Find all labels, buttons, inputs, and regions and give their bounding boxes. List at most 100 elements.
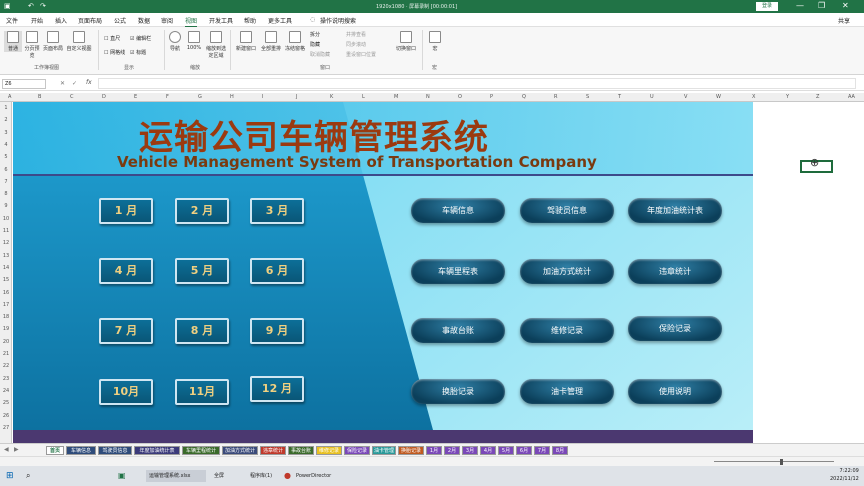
page-layout-view-button[interactable]: 页面布局 [42, 31, 64, 52]
normal-view-button[interactable]: 普通 [4, 31, 22, 52]
sheet-tab[interactable]: 驾驶员信息 [98, 446, 132, 455]
column-header[interactable]: W [716, 94, 721, 100]
sheet-tab[interactable]: 油卡管理 [372, 446, 396, 455]
row-header[interactable]: 18 [0, 314, 12, 320]
menu-help[interactable]: 帮助 [244, 16, 256, 25]
column-header[interactable]: D [102, 94, 106, 100]
column-header[interactable]: U [650, 94, 654, 100]
restore-icon[interactable]: ❐ [818, 1, 825, 10]
month-button-5[interactable]: 5 月 [175, 258, 229, 284]
minimize-icon[interactable]: — [796, 1, 804, 10]
row-header[interactable]: 20 [0, 339, 12, 345]
undo-icon[interactable]: ↶ [28, 2, 34, 10]
column-header[interactable]: I [262, 94, 263, 100]
empty-grid[interactable] [753, 102, 864, 443]
menu-file[interactable]: 文件 [6, 16, 18, 25]
row-header[interactable]: 23 [0, 376, 12, 382]
row-header[interactable]: 5 [0, 154, 12, 160]
row-header[interactable]: 11 [0, 228, 12, 234]
column-header[interactable]: H [230, 94, 234, 100]
tire-change-button[interactable]: 换胎记录 [411, 379, 505, 404]
row-header[interactable]: 9 [0, 203, 12, 209]
cancel-icon[interactable]: ✕ [60, 80, 65, 87]
sheet-tab[interactable]: 3月 [462, 446, 478, 455]
sheet-tab[interactable]: 2月 [444, 446, 460, 455]
ruler-checkbox[interactable]: ☐ 直尺 [104, 35, 120, 42]
sheet-tab[interactable]: 车辆信息 [66, 446, 96, 455]
sheet-tab[interactable]: 8月 [552, 446, 568, 455]
sheet-tab[interactable]: 1月 [426, 446, 442, 455]
zoom-slider-handle[interactable] [780, 459, 783, 465]
freeze-panes-button[interactable]: 冻结窗格 [284, 31, 306, 52]
month-button-1[interactable]: 1 月 [99, 198, 153, 224]
sheet-tab[interactable]: 事故台账 [288, 446, 314, 455]
row-header[interactable]: 14 [0, 265, 12, 271]
row-header[interactable]: 10 [0, 216, 12, 222]
hide-button[interactable]: 隐藏 [310, 41, 320, 48]
vehicle-mileage-button[interactable]: 车辆里程表 [411, 259, 505, 284]
month-button-4[interactable]: 4 月 [99, 258, 153, 284]
row-header[interactable]: 15 [0, 277, 12, 283]
sheet-tab[interactable]: 违章统计 [260, 446, 286, 455]
row-header[interactable]: 2 [0, 117, 12, 123]
sheet-tab[interactable]: 6月 [516, 446, 532, 455]
column-header[interactable]: V [684, 94, 687, 100]
month-button-10[interactable]: 10月 [99, 379, 153, 405]
clock[interactable]: 7:22:09 2022/11/12 [830, 467, 859, 482]
unhide-button[interactable]: 取消隐藏 [310, 51, 330, 58]
vehicle-info-button[interactable]: 车辆信息 [411, 198, 505, 223]
sheet-tab[interactable]: 维修记录 [316, 446, 342, 455]
month-button-6[interactable]: 6 月 [250, 258, 304, 284]
column-header[interactable]: C [70, 94, 74, 100]
zoom-100-button[interactable]: 100% [186, 31, 202, 51]
column-header[interactable]: Q [522, 94, 526, 100]
instructions-button[interactable]: 使用说明 [628, 379, 722, 404]
menu-data[interactable]: 数据 [138, 16, 150, 25]
column-header[interactable]: G [198, 94, 202, 100]
redo-icon[interactable]: ↷ [40, 2, 46, 10]
zoom-slider[interactable] [714, 461, 834, 462]
repair-records-button[interactable]: 维修记录 [520, 318, 614, 343]
column-header[interactable]: P [490, 94, 493, 100]
month-button-2[interactable]: 2 月 [175, 198, 229, 224]
violation-stats-button[interactable]: 违章统计 [628, 259, 722, 284]
column-header[interactable]: Z [816, 94, 819, 100]
next-sheet-icon[interactable]: ▶ [14, 446, 19, 453]
menu-formulas[interactable]: 公式 [114, 16, 126, 25]
column-header[interactable]: F [166, 94, 169, 100]
accident-ledger-button[interactable]: 事故台账 [411, 318, 505, 343]
taskbar-excel-window[interactable]: 运输管理系统.xlsx [146, 470, 206, 482]
taskbar-library[interactable]: 程序库(1) [250, 470, 278, 482]
page-break-preview-button[interactable]: 分页预览 [24, 31, 40, 59]
prev-sheet-icon[interactable]: ◀ [4, 446, 9, 453]
month-button-12[interactable]: 12 月 [250, 376, 304, 402]
record-icon[interactable]: ● [284, 470, 291, 482]
column-header[interactable]: O [458, 94, 462, 100]
column-header[interactable]: R [554, 94, 557, 100]
insurance-records-button[interactable]: 保险记录 [628, 316, 722, 341]
row-header[interactable]: 4 [0, 142, 12, 148]
column-header[interactable]: J [296, 94, 297, 100]
row-header[interactable]: 7 [0, 179, 12, 185]
fuel-card-button[interactable]: 油卡管理 [520, 379, 614, 404]
name-box[interactable]: Z6 [2, 79, 46, 89]
sheet-tab[interactable]: 保险记录 [344, 446, 370, 455]
custom-views-button[interactable]: 自定义视图 [66, 31, 92, 52]
month-button-8[interactable]: 8 月 [175, 318, 229, 344]
sheet-tab[interactable]: 加油方式统计 [222, 446, 258, 455]
zoom-button[interactable]: 导航 [168, 31, 182, 52]
headings-checkbox[interactable]: ☑ 标题 [130, 49, 146, 56]
reset-window-position-button[interactable]: 重设窗口位置 [346, 51, 376, 58]
row-header[interactable]: 13 [0, 253, 12, 259]
row-header[interactable]: 8 [0, 191, 12, 197]
taskbar-powerdirector[interactable]: PowerDirector [296, 470, 331, 482]
column-header[interactable]: AA [848, 94, 855, 100]
switch-windows-button[interactable]: 切换窗口 [394, 31, 418, 52]
enter-icon[interactable]: ✓ [72, 80, 77, 87]
sheet-tab[interactable]: 7月 [534, 446, 550, 455]
menu-more-tools[interactable]: 更多工具 [268, 16, 292, 25]
windows-start-icon[interactable]: ⊞ [6, 470, 14, 482]
share-button[interactable]: 共享 [838, 16, 850, 25]
row-header[interactable]: 25 [0, 400, 12, 406]
close-icon[interactable]: ✕ [842, 1, 849, 10]
